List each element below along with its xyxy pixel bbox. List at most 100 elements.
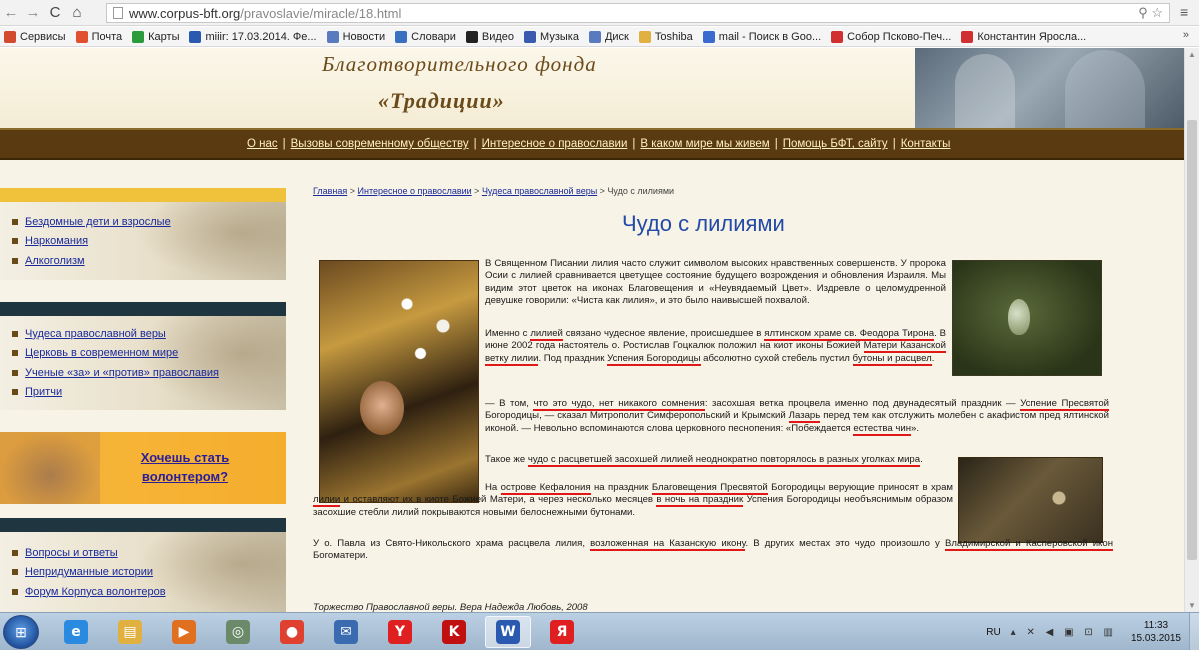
sidebar-link[interactable]: Ученые «за» и «против» православия xyxy=(25,367,219,379)
sidebar-link[interactable]: Наркомания xyxy=(25,235,88,247)
taskbar-media-player[interactable]: ▶ xyxy=(161,616,207,648)
reload-icon[interactable]: C xyxy=(44,2,66,24)
sidebar-link[interactable]: Непридуманные истории xyxy=(25,566,153,578)
bookmark-icon xyxy=(132,30,145,43)
breadcrumb-separator: > xyxy=(597,186,608,196)
clock[interactable]: 11:33 15.03.2015 xyxy=(1131,619,1181,645)
bookmark-icon xyxy=(638,30,651,43)
bookmark-item[interactable]: Сервисы xyxy=(4,30,66,43)
sidebar-item[interactable]: Церковь в современном мире xyxy=(12,344,219,364)
sidebar-item[interactable]: Форум Корпуса волонтеров xyxy=(12,582,166,602)
chrome-icon: ● xyxy=(280,620,304,644)
taskbar-word[interactable]: W xyxy=(485,616,531,648)
bookmark-label: Музыка xyxy=(540,30,579,43)
nav-link[interactable]: Контакты xyxy=(901,138,951,150)
breadcrumb: Главная > Интересное о православии > Чуд… xyxy=(313,186,674,196)
sidebar-link[interactable]: Форум Корпуса волонтеров xyxy=(25,586,166,598)
mail-icon: ✉ xyxy=(334,620,358,644)
star-icon[interactable]: ☆ xyxy=(1151,5,1163,20)
url-input[interactable]: www.corpus-bft.org/pravoslavie/miracle/1… xyxy=(106,3,1170,23)
back-icon[interactable]: ← xyxy=(0,2,22,24)
volunteer-image xyxy=(0,432,100,504)
kiot-image xyxy=(958,457,1103,543)
nav-link[interactable]: Интересное о православии xyxy=(482,138,628,150)
bookmark-item[interactable]: Словари xyxy=(395,30,456,43)
taskbar-kaspersky[interactable]: K xyxy=(431,616,477,648)
menu-icon[interactable]: ≡ xyxy=(1180,5,1192,19)
bookmark-item[interactable]: miiir: 17.03.2014. Фе... xyxy=(189,30,317,43)
start-button[interactable]: ⊞ xyxy=(3,615,39,649)
taskbar-app-circle[interactable]: ◎ xyxy=(215,616,261,648)
scroll-down-icon[interactable]: ▼ xyxy=(1188,601,1196,610)
sidebar-divider xyxy=(0,188,286,202)
ie-icon: e xyxy=(64,620,88,644)
scroll-thumb[interactable] xyxy=(1187,120,1197,560)
forward-icon[interactable]: → xyxy=(22,2,44,24)
clock-time: 11:33 xyxy=(1143,620,1169,631)
page: Благотворительного фонда «Традиции» О на… xyxy=(0,48,1184,612)
sidebar-item[interactable]: Алкоголизм xyxy=(12,251,171,271)
breadcrumb-link[interactable]: Интересное о православии xyxy=(358,186,472,196)
nav-link[interactable]: Помощь БФТ, сайту xyxy=(783,138,888,150)
bookmark-icon xyxy=(4,30,16,43)
taskbar-yandex[interactable]: Я xyxy=(539,616,585,648)
nav-link[interactable]: О нас xyxy=(247,138,278,150)
tray-icons[interactable]: ▴ ✕ ◀ ▣ ⊡ ▥ xyxy=(1011,627,1117,638)
bookmark-item[interactable]: Константин Яросла... xyxy=(961,30,1086,43)
bookmark-icon xyxy=(961,30,974,43)
breadcrumb-link[interactable]: Главная xyxy=(313,186,347,196)
taskbar-mail[interactable]: ✉ xyxy=(323,616,369,648)
nav-link[interactable]: Вызовы современному обществу xyxy=(291,138,469,150)
bookmarks-more[interactable]: » xyxy=(1183,29,1189,41)
highlight: что это чудо, нет никакого сомнения xyxy=(533,398,705,411)
sidebar-link[interactable]: Церковь в современном мире xyxy=(25,347,178,359)
sidebar-link[interactable]: Притчи xyxy=(25,386,62,398)
bookmark-item[interactable]: Музыка xyxy=(524,30,579,43)
nav-separator: | xyxy=(774,138,778,150)
scrollbar[interactable]: ▲ ▼ xyxy=(1184,48,1199,612)
show-desktop-button[interactable] xyxy=(1189,613,1199,650)
volunteer-line1: Хочешь стать xyxy=(140,450,230,465)
volunteer-line2: волонтером? xyxy=(141,469,229,484)
highlight: в ночь на праздник xyxy=(656,494,744,508)
sidebar-link[interactable]: Бездомные дети и взрослые xyxy=(25,216,171,228)
sidebar-item[interactable]: Чудеса православной веры xyxy=(12,324,219,344)
highlight: Лазарь xyxy=(788,410,821,424)
volunteer-banner[interactable]: Хочешь стать волонтером? xyxy=(0,432,286,504)
language-indicator[interactable]: RU xyxy=(986,627,1000,638)
taskbar-yandex-browser[interactable]: Y xyxy=(377,616,423,648)
scroll-up-icon[interactable]: ▲ xyxy=(1188,50,1196,59)
explorer-icon: ▤ xyxy=(118,620,142,644)
nav-link[interactable]: В каком мире мы живем xyxy=(640,138,769,150)
bookmark-item[interactable]: Почта xyxy=(75,30,123,43)
sidebar-link[interactable]: Чудеса православной веры xyxy=(25,328,166,340)
highlight: лилии xyxy=(313,494,341,508)
search-icon[interactable]: ⚲ xyxy=(1138,5,1148,20)
paragraph-6: У о. Павла из Свято-Никольского храма ра… xyxy=(313,538,1113,562)
highlight: бутоны и расцвел xyxy=(852,352,932,366)
bookmark-item[interactable]: Видео xyxy=(465,30,514,43)
bookmark-item[interactable]: Новости xyxy=(326,30,385,43)
taskbar-explorer[interactable]: ▤ xyxy=(107,616,153,648)
taskbar-chrome[interactable]: ● xyxy=(269,616,315,648)
bookmark-item[interactable]: Карты xyxy=(132,30,179,43)
sidebar-item[interactable]: Ученые «за» и «против» православия xyxy=(12,363,219,383)
volunteer-link[interactable]: Хочешь стать волонтером? xyxy=(100,448,270,486)
home-icon[interactable]: ⌂ xyxy=(66,2,88,24)
taskbar-ie[interactable]: e xyxy=(53,616,99,648)
bookmark-item[interactable]: Toshiba xyxy=(638,30,693,43)
sidebar-item[interactable]: Непридуманные истории xyxy=(12,563,166,583)
sidebar-item[interactable]: Наркомания xyxy=(12,232,171,252)
sidebar-item[interactable]: Вопросы и ответы xyxy=(12,543,166,563)
sidebar-link[interactable]: Вопросы и ответы xyxy=(25,547,118,559)
sidebar-item[interactable]: Бездомные дети и взрослые xyxy=(12,212,171,232)
bookmark-item[interactable]: Диск xyxy=(588,30,629,43)
bookmark-item[interactable]: mail - Поиск в Goo... xyxy=(702,30,821,43)
sidebar-item[interactable]: Притчи xyxy=(12,383,219,403)
yandex-icon: Я xyxy=(550,620,574,644)
sidebar-link[interactable]: Алкоголизм xyxy=(25,255,85,267)
breadcrumb-link[interactable]: Чудеса православной веры xyxy=(482,186,597,196)
sidebar-group-1: Бездомные дети и взрослые Наркомания Алког… xyxy=(0,202,286,280)
bookmark-label: Почта xyxy=(91,30,123,43)
bookmark-item[interactable]: Собор Псково-Печ... xyxy=(831,30,951,43)
